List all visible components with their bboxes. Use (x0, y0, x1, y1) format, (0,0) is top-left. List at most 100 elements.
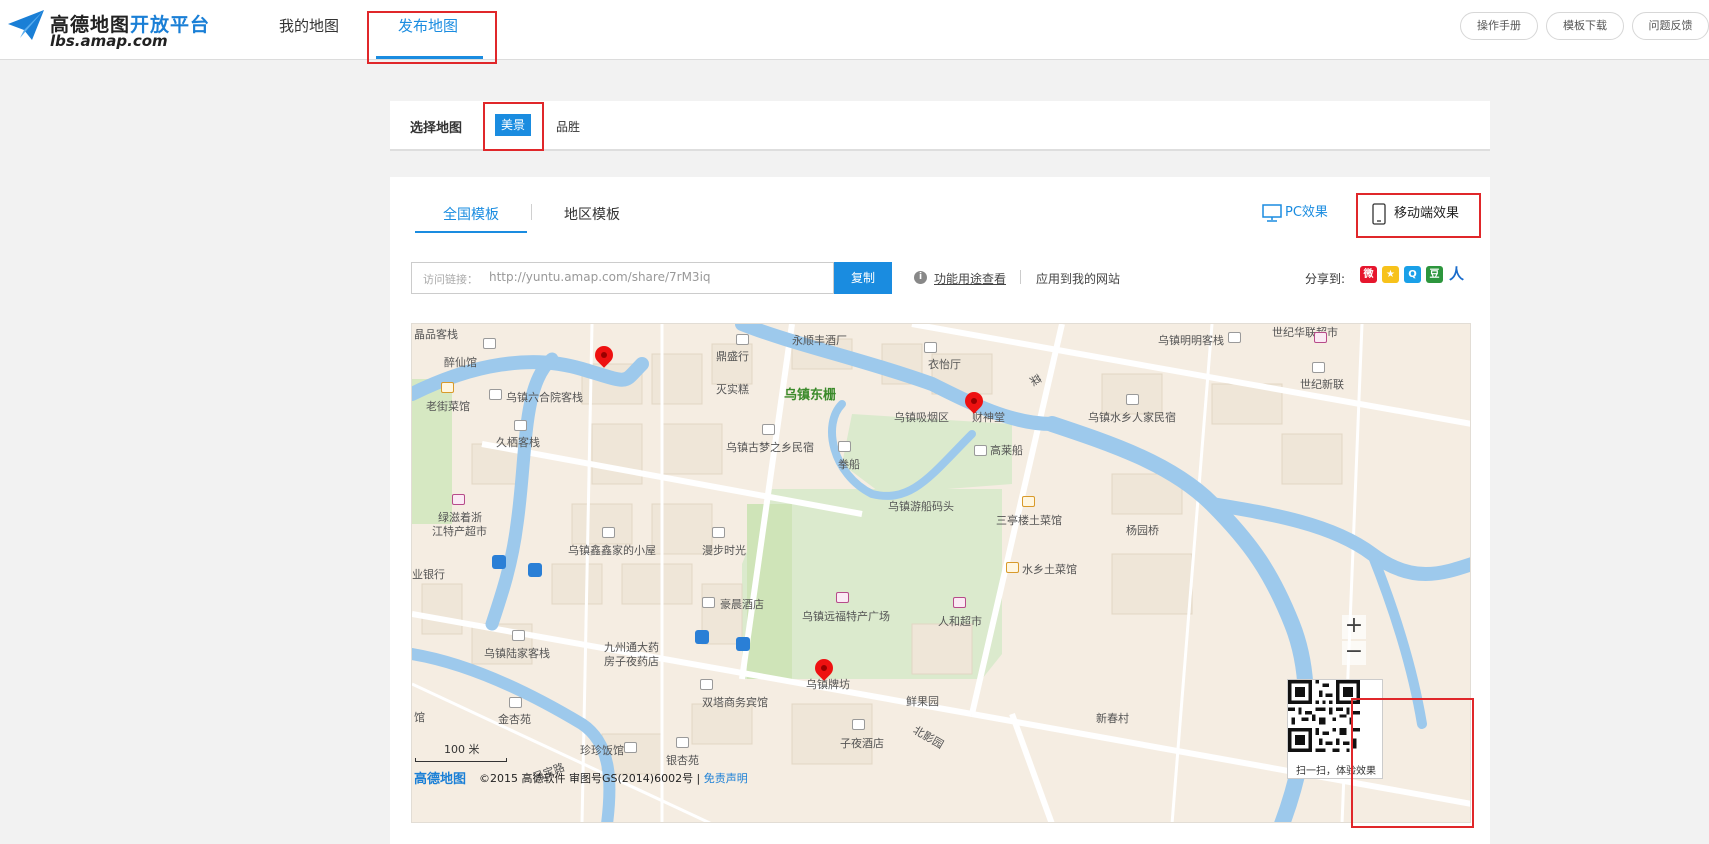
douban-icon[interactable]: 豆 (1426, 266, 1443, 283)
highlight-mobile-view (1356, 193, 1481, 238)
map-label: 高莱船 (990, 444, 1023, 457)
copyright-text: ©2015 高德软件 审图号GS(2014)6002号 | (479, 772, 701, 785)
hotel-icon[interactable] (1312, 362, 1325, 373)
map-label: 江特产超市 (432, 525, 487, 538)
map-label: 永顺丰酒厂 (792, 334, 847, 347)
manual-button[interactable]: 操作手册 (1460, 12, 1538, 40)
hotel-icon[interactable] (736, 334, 749, 345)
pc-view-toggle[interactable]: PC效果 (1262, 201, 1328, 222)
top-bar: 高德地图开放平台 lbs.amap.com 我的地图 发布地图 操作手册 模板下… (0, 0, 1709, 60)
map-logo: 高德地图 (414, 772, 467, 787)
map-label: 乌镇六合院客栈 (506, 391, 583, 404)
map-label: 豪晨酒店 (720, 598, 764, 611)
map-label: 水乡土菜馆 (1022, 563, 1077, 576)
link-divider (1020, 270, 1021, 284)
share-link-label: 访问链接： (423, 273, 478, 286)
map-label: 杨园桥 (1126, 524, 1159, 537)
select-map-label: 选择地图 (410, 121, 463, 136)
map-label: 新春村 (1096, 712, 1129, 725)
shopping-icon[interactable] (953, 597, 966, 608)
bus-stop-icon[interactable] (736, 637, 750, 651)
tab-national-template[interactable]: 全国模板 (443, 204, 499, 224)
hotel-icon[interactable] (489, 389, 502, 400)
hotel-icon[interactable] (852, 719, 865, 730)
pc-view-label: PC效果 (1285, 205, 1328, 220)
shopping-icon[interactable] (836, 592, 849, 603)
hotel-icon[interactable] (762, 424, 775, 435)
template-download-button[interactable]: 模板下载 (1546, 12, 1624, 40)
amap-logo[interactable]: 高德地图开放平台 lbs.amap.com (6, 8, 211, 50)
hotel-icon[interactable] (483, 338, 496, 349)
restaurant-icon[interactable] (441, 382, 454, 393)
zoom-out-button[interactable]: − (1342, 641, 1366, 665)
hotel-icon[interactable] (700, 679, 713, 690)
monitor-icon (1262, 203, 1282, 222)
museum-icon[interactable] (924, 342, 937, 353)
map-option-pinsheng[interactable]: 品胜 (556, 118, 580, 135)
hotel-icon[interactable] (676, 737, 689, 748)
museum-icon[interactable] (838, 441, 851, 452)
hotel-icon[interactable] (514, 420, 527, 431)
hotel-icon[interactable] (712, 527, 725, 538)
map-label: 灭实糕 (716, 383, 749, 396)
select-map-bar: 选择地图 美景 品胜 (390, 101, 1490, 151)
hotel-icon[interactable] (1126, 394, 1139, 405)
hotel-icon[interactable] (702, 597, 715, 608)
paper-plane-icon (8, 10, 44, 40)
map-area-label: 乌镇东栅 (784, 388, 837, 403)
map-label: 金杏苑 (498, 713, 531, 726)
map-label: 晶品客栈 (414, 328, 458, 341)
hotel-icon[interactable] (602, 527, 615, 538)
map-label: 馆 (414, 711, 425, 724)
map-label: 久栖客栈 (496, 436, 540, 449)
museum-icon[interactable] (974, 445, 987, 456)
shopping-icon[interactable] (452, 494, 465, 505)
weibo-icon[interactable]: 微 (1360, 266, 1377, 283)
info-icon: i (914, 271, 927, 284)
hotel-icon[interactable] (509, 697, 522, 708)
map-label: 醉仙馆 (444, 356, 477, 369)
map-label: 衣怡厅 (928, 358, 961, 371)
map-label: 乌镇远福特产广场 (802, 610, 890, 623)
shopping-icon[interactable] (1314, 332, 1327, 343)
hotel-icon[interactable] (512, 630, 525, 641)
bus-stop-icon[interactable] (695, 630, 709, 644)
map-label: 双塔商务宾馆 (702, 696, 768, 709)
apply-to-website-link[interactable]: 应用到我的网站 (1036, 270, 1120, 287)
map-label: 乌镇古梦之乡民宿 (726, 441, 814, 454)
scale-bar (415, 758, 507, 762)
nav-my-maps[interactable]: 我的地图 (279, 15, 339, 36)
zoom-in-button[interactable]: + (1342, 615, 1366, 639)
map-label: 珍珍饭馆 (580, 744, 624, 757)
map-label: 乌镇牌坊 (806, 678, 850, 691)
disclaimer-link[interactable]: 免责声明 (704, 772, 748, 785)
map-label: 世纪华联超市 (1272, 326, 1338, 339)
map-label: 子夜酒店 (840, 737, 884, 750)
map-label: 乌镇游船码头 (888, 500, 954, 513)
map-label: 老街菜馆 (426, 400, 470, 413)
restaurant-icon[interactable] (1006, 562, 1019, 573)
qq-icon[interactable]: Q (1404, 266, 1421, 283)
qzone-icon[interactable]: ★ (1382, 266, 1399, 283)
renren-icon[interactable]: 人 (1448, 266, 1465, 283)
share-label: 分享到: (1305, 272, 1346, 286)
map-label: 鼎盛行 (716, 350, 749, 363)
bus-stop-icon[interactable] (528, 563, 542, 577)
function-usage-link[interactable]: 功能用途查看 (934, 270, 1006, 287)
share-link-field[interactable]: 访问链接： http://yuntu.amap.com/share/7rM3iq (411, 262, 834, 294)
map-label: 漫步时光 (702, 544, 746, 557)
map-preview[interactable]: 晶品客栈 醉仙馆 老街菜馆 乌镇六合院客栈 久栖客栈 绿滋着浙 江特产超市 业银… (411, 323, 1471, 823)
feedback-button[interactable]: 问题反馈 (1632, 12, 1709, 40)
restaurant-icon[interactable] (1022, 496, 1035, 507)
map-label: 银杏苑 (666, 754, 699, 767)
highlight-qr-code (1351, 698, 1474, 828)
bus-stop-icon[interactable] (492, 555, 506, 569)
map-label: 乌镇水乡人家民宿 (1088, 411, 1176, 424)
map-copyright: ©2015 高德软件 审图号GS(2014)6002号 | 免责声明 (479, 770, 748, 786)
tab-regional-template[interactable]: 地区模板 (564, 204, 620, 224)
hotel-icon[interactable] (624, 742, 637, 753)
map-label: 三亭楼土菜馆 (996, 514, 1062, 527)
copy-link-button[interactable]: 复制 (834, 262, 892, 294)
hotel-icon[interactable] (1228, 332, 1241, 343)
highlight-map-option (483, 102, 544, 151)
